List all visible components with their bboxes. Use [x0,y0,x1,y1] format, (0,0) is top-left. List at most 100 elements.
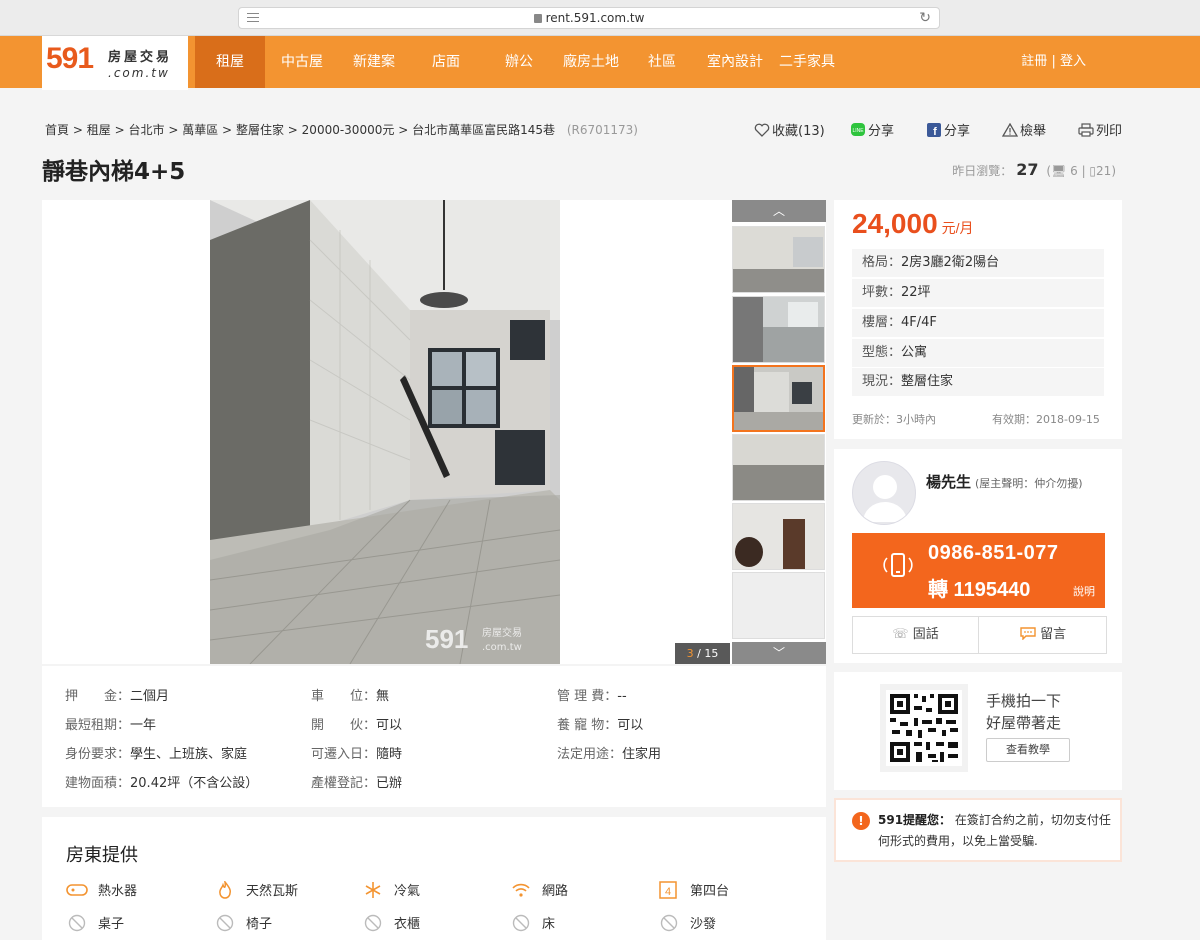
water-heater-icon [66,884,88,896]
identity-value: 學生、上班族、家庭 [130,747,248,762]
register-link[interactable]: 註冊 [1021,54,1047,69]
favorite-label: 收藏(13) [772,124,825,139]
chevron-up-icon: ︿ [772,204,785,218]
phone-help-link[interactable]: 說明 [1073,583,1095,599]
thumbnail[interactable] [732,503,825,570]
agent-name-text: 楊先生 [926,473,972,491]
nav-office[interactable]: 辦公 [492,36,546,88]
thumbnail[interactable] [732,296,825,363]
breadcrumb-district[interactable]: 萬華區 [182,123,218,137]
unavailable-icon [216,914,234,932]
report-action[interactable]: 檢舉 [1002,120,1046,139]
view-stats: 昨日瀏覽： 27 (🖥 6 | ▯21) [952,160,1116,179]
breadcrumb-price-range[interactable]: 20000-30000元 [302,123,395,137]
snowflake-icon [365,882,381,898]
address-bar[interactable]: rent.591.com.tw ↻ [238,7,940,29]
avatar [852,461,916,525]
message-label: 留言 [1040,627,1067,642]
landline-label: 固話 [912,627,939,642]
favorite-action[interactable]: 收藏(13) [754,120,825,139]
chevron-down-icon: ﹀ [772,646,785,660]
nav-factory-land[interactable]: 廠房土地 [556,36,626,88]
breadcrumb-type[interactable]: 整層住家 [236,123,284,137]
price-amount: 24,000 [852,208,938,239]
spec-value: 公寓 [901,345,928,360]
svg-text:LINE: LINE [852,128,864,134]
reader-menu-icon[interactable] [247,13,259,25]
login-link[interactable]: 登入 [1060,54,1086,69]
nav-second-hand[interactable]: 中古屋 [270,36,334,88]
logo-domain: .com.tw [108,66,170,80]
spec-label: 型態： [862,345,902,360]
breadcrumb-rent[interactable]: 租屋 [87,123,111,137]
watermark-domain: .com.tw [482,642,522,653]
amenity-item: 冷氣 [362,880,420,899]
amenity-label: 網路 [542,884,569,899]
move-in-value: 隨時 [376,747,403,762]
phone-icon [883,553,913,577]
logo-brand: 房屋交易 [108,50,173,65]
qr-caption: 手機拍一下 好屋帶著走 [986,690,1061,734]
spec-value: 整層住家 [901,374,954,389]
print-action[interactable]: 列印 [1078,120,1122,139]
facebook-share-label: 分享 [944,124,971,139]
spec-label: 現況： [862,374,902,389]
thumbs-up-button[interactable]: ︿ [732,200,826,222]
photo-counter: 3 / 15 [675,643,730,664]
thumbnail-active[interactable] [732,365,825,432]
parking-value: 無 [376,689,390,704]
breadcrumb-city[interactable]: 台北市 [128,123,164,137]
amenity-label: 床 [542,917,556,932]
landline-button[interactable]: ☏ 固話 [853,617,979,653]
telephone-icon: ☏ [892,627,909,642]
breadcrumb-sep: > [222,123,233,137]
spec-value: 4F/4F [901,315,937,330]
cooking-label: 開 伙： [311,718,377,733]
nav-rent[interactable]: 租屋 [195,36,265,88]
amenity-label: 熱水器 [98,884,138,899]
qr-line1: 手機拍一下 [986,692,1062,710]
contact-buttons: ☏ 固話 留言 [852,616,1107,654]
reload-icon[interactable]: ↻ [919,8,931,28]
svg-text:f: f [933,126,937,137]
nav-used-furniture[interactable]: 二手家具 [774,36,840,88]
url-text: rent.591.com.tw [545,11,645,25]
amenities-title: 房東提供 [66,845,138,866]
listing-title: 靜巷內梯4+5 [42,159,186,185]
thumbs-down-button[interactable]: ﹀ [732,642,826,664]
amenity-item: 網路 [510,880,568,899]
site-logo[interactable]: 591 房屋交易 .com.tw [42,36,188,90]
facebook-share-action[interactable]: f 分享 [926,120,970,139]
line-share-label: 分享 [868,124,895,139]
nav-interior-design[interactable]: 室內設計 [702,36,768,88]
amenity-item-unavailable: 桌子 [66,913,124,932]
breadcrumb: 首頁 > 租屋 > 台北市 > 萬華區 > 整層住家 > 20000-30000… [45,121,638,138]
unavailable-icon [512,914,530,932]
message-button[interactable]: 留言 [980,617,1106,653]
nav-storefront[interactable]: 店面 [418,36,474,88]
spec-type: 型態：公寓 [852,339,1104,367]
amenity-label: 桌子 [98,917,125,932]
unavailable-icon [660,914,678,932]
thumbnail[interactable] [732,572,825,639]
line-share-action[interactable]: LINE 分享 [850,120,894,139]
area-label: 建物面積： [65,776,131,791]
spec-value: 22坪 [901,285,931,300]
breadcrumb-home[interactable]: 首頁 [45,123,69,137]
nav-new-projects[interactable]: 新建案 [342,36,406,88]
thumbnail[interactable] [732,226,825,293]
spec-status: 現況：整層住家 [852,368,1104,396]
thumbnail[interactable] [732,434,825,501]
message-icon [1020,627,1036,641]
safety-warning: ! 591提醒您： 在簽訂合約之前，切勿支付任何形式的費用，以免上當受騙. [834,798,1122,862]
views-label: 昨日瀏覽： [952,164,1013,178]
amenity-label: 沙發 [690,917,717,932]
nav-community[interactable]: 社區 [636,36,688,88]
amenity-item-unavailable: 椅子 [214,913,272,932]
spec-layout: 格局：2房3廳2衛2陽台 [852,249,1104,277]
min-term-value: 一年 [130,718,157,733]
phone-box[interactable]: 0986-851-077 轉 1195440 說明 [852,533,1105,608]
tutorial-button[interactable]: 查看教學 [986,738,1070,762]
breadcrumb-address[interactable]: 台北市萬華區富民路145巷 [412,123,555,137]
main-photo[interactable]: 591 房屋交易 .com.tw [210,200,560,664]
